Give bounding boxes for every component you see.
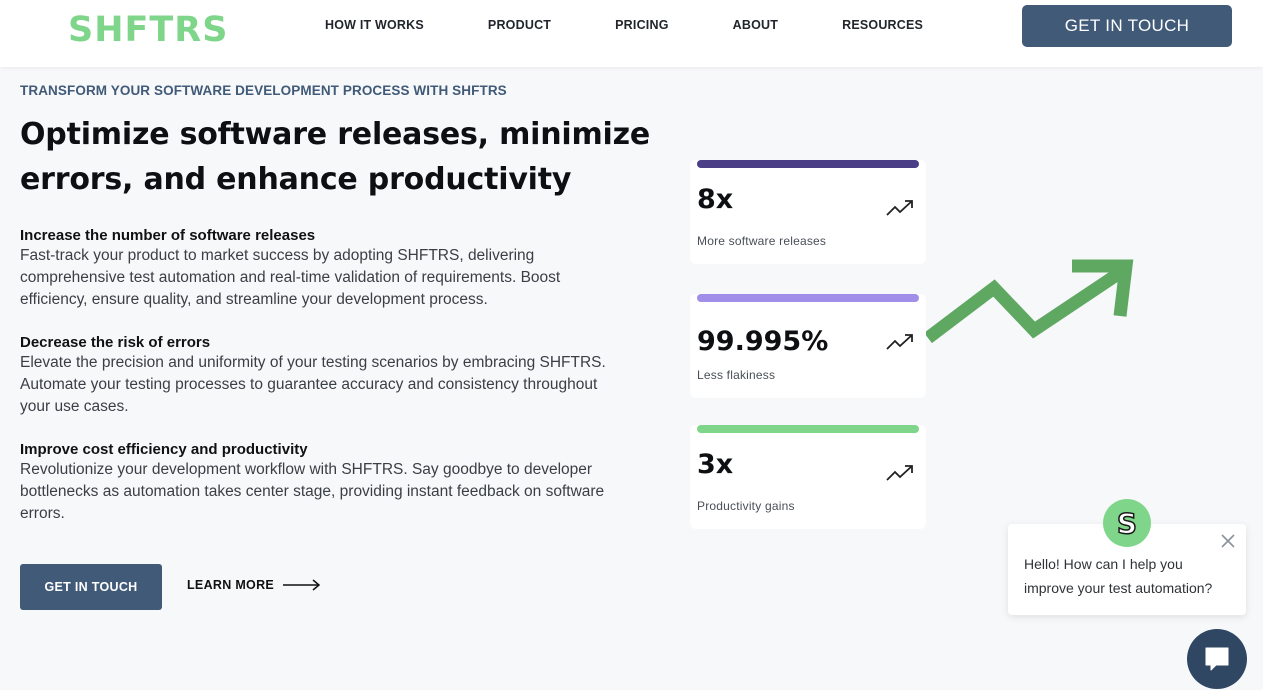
hero-get-in-touch-button[interactable]: GET IN TOUCH <box>20 564 162 610</box>
stat-value: 8x <box>697 184 734 215</box>
nav-product[interactable]: PRODUCT <box>488 18 551 32</box>
feature-title: Increase the number of software releases <box>20 227 316 244</box>
chat-launcher-button[interactable] <box>1187 629 1247 689</box>
chat-icon <box>1205 647 1229 671</box>
chat-avatar-letter: S <box>1116 506 1138 541</box>
shftrs-logo[interactable]: SHFTRS <box>68 10 228 50</box>
feature-item: Increase the number of software releases… <box>20 226 620 311</box>
stat-card: 3x Productivity gains <box>690 425 926 529</box>
chat-avatar: S <box>1103 499 1151 547</box>
feature-body: Elevate the precision and uniformity of … <box>20 354 606 415</box>
learn-more-link[interactable]: LEARN MORE <box>187 578 321 592</box>
site-header: SHFTRS HOW IT WORKS PRODUCT PRICING ABOU… <box>0 0 1263 67</box>
stat-card: 99.995% Less flakiness <box>690 294 926 398</box>
feature-list: Increase the number of software releases… <box>20 226 620 547</box>
stat-accent-bar <box>697 294 919 302</box>
main-nav: HOW IT WORKS PRODUCT PRICING ABOUT RESOU… <box>325 18 987 32</box>
close-icon[interactable] <box>1220 533 1236 549</box>
stat-card: 8x More software releases <box>690 160 926 264</box>
growth-arrow-graphic <box>926 259 1134 344</box>
trending-up-icon <box>886 465 913 481</box>
stat-value: 3x <box>697 449 734 480</box>
stat-caption: Productivity gains <box>697 499 795 513</box>
nav-pricing[interactable]: PRICING <box>615 18 669 32</box>
header-get-in-touch-button[interactable]: GET IN TOUCH <box>1022 5 1232 47</box>
chat-message: Hello! How can I help you improve your t… <box>1024 556 1213 596</box>
feature-title: Decrease the risk of errors <box>20 334 211 351</box>
stat-accent-bar <box>697 160 919 168</box>
feature-body: Revolutionize your development workflow … <box>20 461 605 522</box>
learn-more-label: LEARN MORE <box>187 578 275 592</box>
hero-headline: Optimize software releases, minimize err… <box>20 117 651 197</box>
nav-about[interactable]: ABOUT <box>733 18 778 32</box>
stat-value: 99.995% <box>697 326 829 357</box>
stat-caption: More software releases <box>697 234 827 248</box>
nav-how-it-works[interactable]: HOW IT WORKS <box>325 18 424 32</box>
arrow-right-icon <box>283 579 321 591</box>
trending-up-icon <box>886 200 913 216</box>
hero-eyebrow: TRANSFORM YOUR SOFTWARE DEVELOPMENT PROC… <box>20 83 507 98</box>
feature-title: Improve cost efficiency and productivity <box>20 441 308 458</box>
feature-body: Fast-track your product to market succes… <box>20 247 561 308</box>
nav-resources[interactable]: RESOURCES <box>842 18 923 32</box>
feature-item: Decrease the risk of errors Elevate the … <box>20 333 620 418</box>
stat-accent-bar <box>697 425 919 433</box>
stat-caption: Less flakiness <box>697 368 776 382</box>
trending-up-icon <box>886 334 913 350</box>
feature-item: Improve cost efficiency and productivity… <box>20 440 620 525</box>
